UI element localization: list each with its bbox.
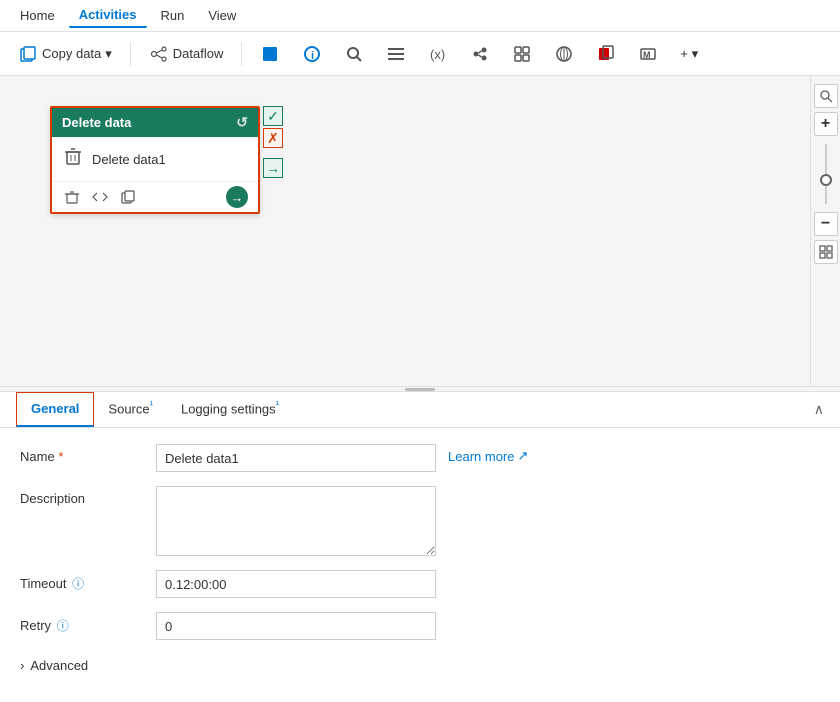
code-icon[interactable]	[90, 187, 110, 207]
collapse-panel-btn[interactable]: ∧	[814, 401, 824, 418]
retry-input[interactable]	[156, 612, 436, 640]
zoom-out-btn[interactable]: −	[814, 212, 838, 236]
tab-source[interactable]: Source¹	[94, 392, 167, 426]
name-field-container: Learn more ↗	[156, 444, 820, 472]
timeout-input[interactable]	[156, 570, 436, 598]
icon-btn-4[interactable]	[378, 40, 414, 68]
canvas-right-sidebar: + −	[810, 76, 840, 386]
name-input[interactable]	[156, 444, 436, 472]
zoom-in-btn[interactable]: +	[814, 112, 838, 136]
activity-node[interactable]: Delete data ↺ Delete data1	[50, 106, 260, 214]
description-field-container	[156, 486, 820, 556]
footer-right: →	[226, 186, 248, 208]
undo-icon[interactable]: ↺	[236, 114, 248, 131]
activity-header: Delete data ↺	[52, 108, 258, 137]
retry-info-icon[interactable]: ⓘ	[57, 619, 69, 633]
toolbar-separator-2	[241, 42, 242, 66]
menu-activities[interactable]: Activities	[69, 3, 147, 28]
dataflow-icon	[149, 44, 169, 64]
toolbar: Copy data ▾ Dataflow i (x)	[0, 32, 840, 76]
copy-data-label: Copy data	[42, 46, 101, 61]
copy-data-chevron[interactable]: ▾	[105, 46, 112, 62]
fit-view-btn[interactable]	[814, 240, 838, 264]
chevron-right-icon: ›	[20, 658, 24, 673]
timeout-label: Timeout ⓘ	[20, 570, 140, 592]
timeout-row: Timeout ⓘ	[20, 570, 820, 598]
timeout-info-icon[interactable]: ⓘ	[72, 577, 84, 591]
activity-name: Delete data1	[92, 152, 166, 167]
tabs-left: General Source¹ Logging settings¹	[16, 392, 293, 426]
timeout-field-container	[156, 570, 820, 598]
activity-body: Delete data1	[52, 137, 258, 181]
icon-btn-3[interactable]	[336, 40, 372, 68]
description-label: Description	[20, 486, 140, 506]
name-required: *	[58, 449, 63, 464]
toolbar-separator-1	[130, 42, 131, 66]
form-content: Name * Learn more ↗ Description	[0, 428, 840, 693]
icon-btn-1[interactable]	[252, 40, 288, 68]
icon-btn-5[interactable]: (x)	[420, 40, 456, 68]
check-button[interactable]: ✓	[263, 106, 283, 126]
canvas-area: Delete data ↺ Delete data1	[0, 76, 840, 386]
menu-home[interactable]: Home	[10, 4, 65, 27]
name-row: Name * Learn more ↗	[20, 444, 820, 472]
icon-btn-8[interactable]	[546, 40, 582, 68]
retry-label: Retry ⓘ	[20, 612, 140, 634]
svg-text:(x): (x)	[430, 47, 445, 62]
icon-btn-6[interactable]	[462, 40, 498, 68]
canvas[interactable]: Delete data ↺ Delete data1	[0, 76, 810, 386]
zoom-slider[interactable]	[825, 144, 827, 204]
tab-general[interactable]: General	[16, 392, 94, 426]
retry-field-container	[156, 612, 820, 640]
copy-data-icon	[18, 44, 38, 64]
svg-text:i: i	[311, 50, 314, 62]
tab-logging[interactable]: Logging settings¹	[167, 392, 293, 426]
copy-icon[interactable]	[118, 187, 138, 207]
copy-data-button[interactable]: Copy data ▾	[10, 40, 120, 68]
icon-btn-10[interactable]: M	[630, 40, 666, 68]
properties-panel: General Source¹ Logging settings¹ ∧ Name…	[0, 392, 840, 702]
menu-bar: Home Activities Run View	[0, 0, 840, 32]
icon-btn-7[interactable]	[504, 40, 540, 68]
learn-more-link[interactable]: Learn more ↗	[448, 444, 528, 464]
delete-icon	[62, 145, 84, 173]
arrow-right-button[interactable]: →	[263, 158, 283, 178]
advanced-row[interactable]: › Advanced	[20, 654, 820, 677]
divider-handle	[405, 388, 435, 391]
icon-btn-9[interactable]	[588, 40, 624, 68]
menu-view[interactable]: View	[198, 4, 246, 27]
dataflow-label: Dataflow	[173, 46, 224, 61]
advanced-label: Advanced	[30, 658, 88, 673]
activity-header-title: Delete data	[62, 115, 131, 130]
icon-btn-2[interactable]: i	[294, 40, 330, 68]
name-label: Name *	[20, 444, 140, 464]
svg-text:M: M	[643, 50, 651, 60]
trash-footer-icon[interactable]	[62, 187, 82, 207]
description-input[interactable]	[156, 486, 436, 556]
node-side-actions: ✓ ✗ →	[263, 106, 283, 178]
more-button[interactable]: + ▾	[672, 42, 706, 66]
search-sidebar-btn[interactable]	[814, 84, 838, 108]
properties-tabs: General Source¹ Logging settings¹ ∧	[0, 392, 840, 428]
description-row: Description	[20, 486, 820, 556]
external-link-icon: ↗	[517, 448, 528, 464]
menu-run[interactable]: Run	[151, 4, 195, 27]
activity-footer: →	[52, 181, 258, 212]
dataflow-button[interactable]: Dataflow	[141, 40, 232, 68]
retry-row: Retry ⓘ	[20, 612, 820, 640]
close-button[interactable]: ✗	[263, 128, 283, 148]
go-button[interactable]: →	[226, 186, 248, 208]
